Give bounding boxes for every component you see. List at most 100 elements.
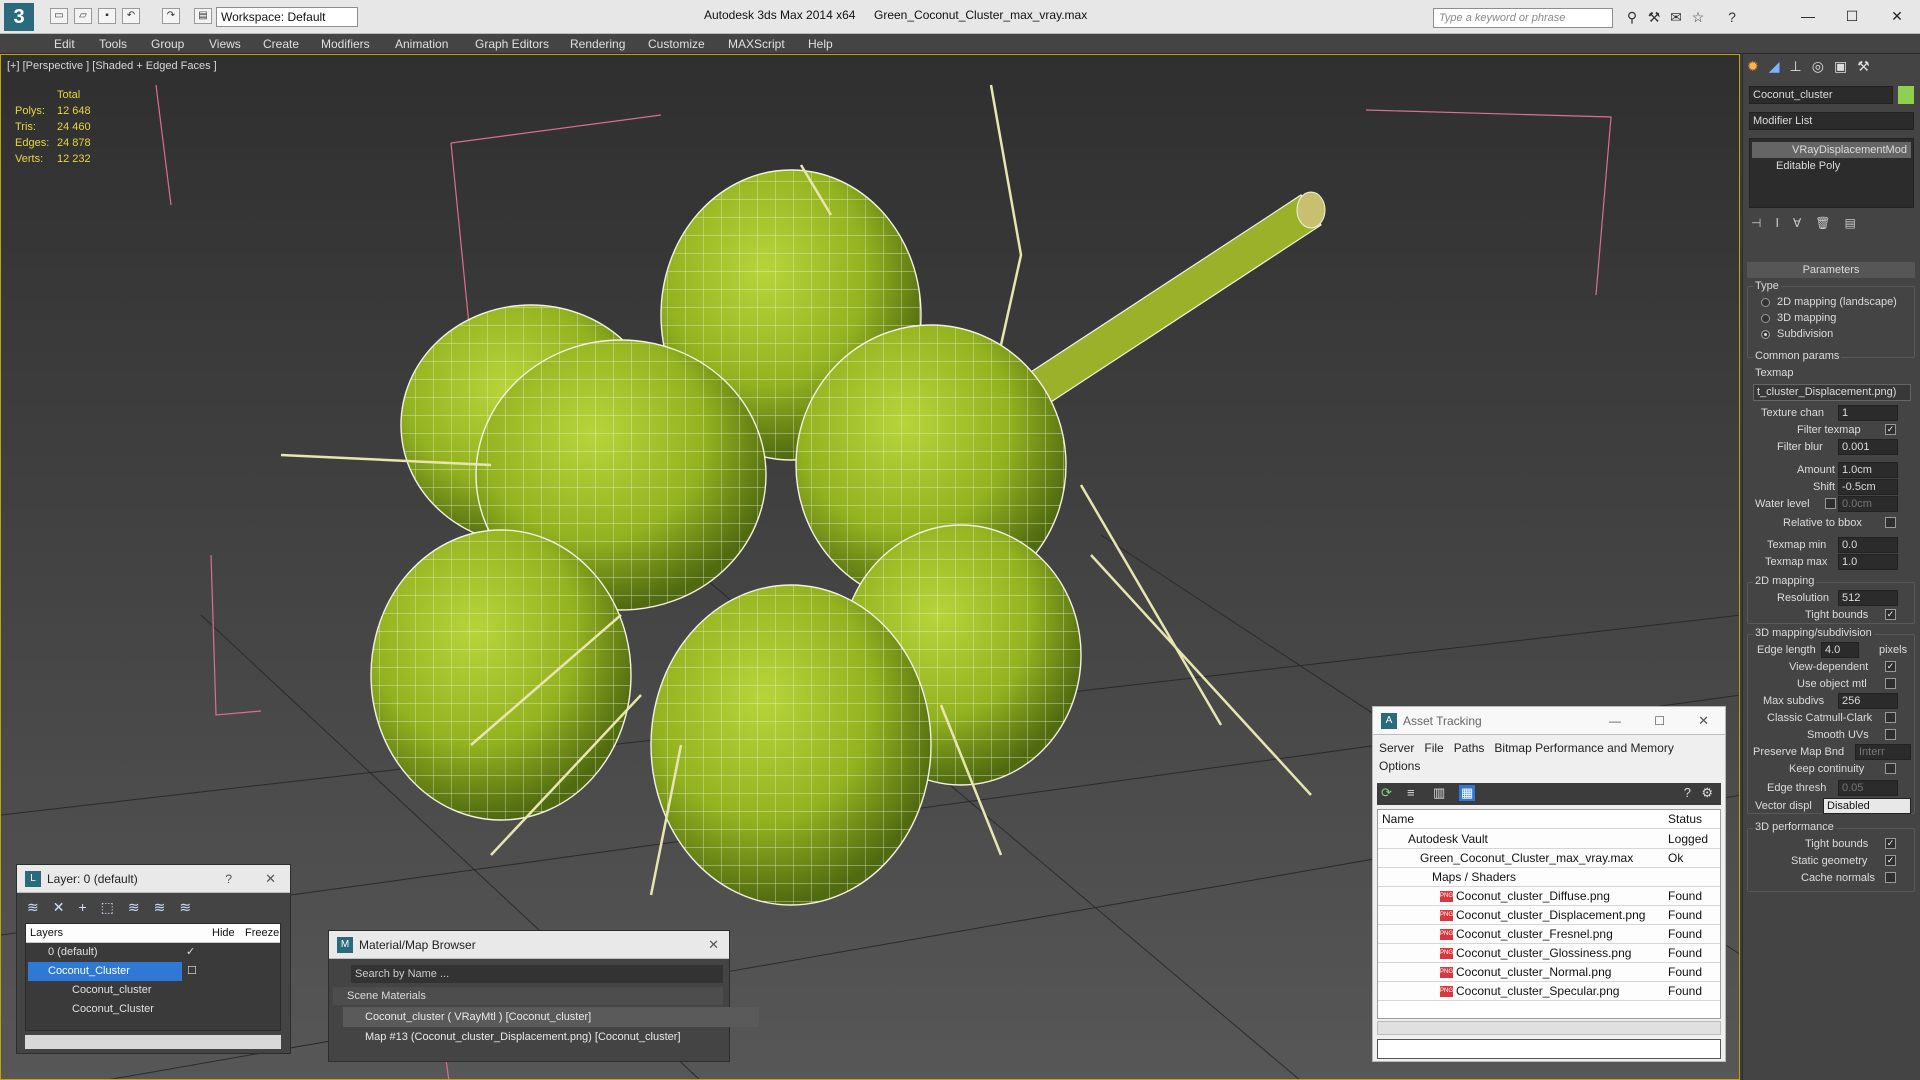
workspace-dropdown[interactable]: Workspace: Default bbox=[216, 7, 358, 27]
binoculars-icon[interactable]: ⚲ bbox=[1624, 9, 1640, 25]
project-folder-icon[interactable]: ▤ bbox=[194, 8, 212, 24]
menu-help[interactable]: Help bbox=[808, 36, 833, 52]
app-logo-icon[interactable]: 3 bbox=[4, 3, 34, 31]
close-button[interactable]: ✕ bbox=[1882, 5, 1912, 27]
asset-settings-icon[interactable]: ⚙ bbox=[1701, 785, 1713, 801]
layer-hide-all-icon[interactable]: ≋ bbox=[154, 899, 180, 915]
layer-create-icon[interactable]: + bbox=[78, 899, 100, 915]
open-file-icon[interactable]: ▱ bbox=[74, 8, 92, 24]
layer-row[interactable]: Coconut_Cluster bbox=[26, 1000, 280, 1019]
shift-input[interactable]: -0.5cm bbox=[1838, 479, 1898, 495]
layer-row[interactable]: Coconut_Cluster ☐ bbox=[26, 962, 280, 981]
asset-menu-file[interactable]: File bbox=[1424, 741, 1443, 755]
col-layers[interactable]: Layers bbox=[30, 924, 63, 943]
tight-bounds-2-checkbox[interactable]: ✓ bbox=[1885, 838, 1896, 849]
cache-normals-checkbox[interactable] bbox=[1885, 872, 1896, 883]
view-dependent-checkbox[interactable]: ✓ bbox=[1885, 661, 1896, 672]
relative-bbox-checkbox[interactable] bbox=[1885, 517, 1896, 528]
parameters-rollout-header[interactable]: Parameters bbox=[1747, 262, 1915, 278]
asset-menu-options[interactable]: Options bbox=[1379, 759, 1420, 773]
scene-materials-group[interactable]: Scene Materials bbox=[333, 987, 723, 1005]
static-geometry-checkbox[interactable]: ✓ bbox=[1885, 855, 1896, 866]
menu-rendering[interactable]: Rendering bbox=[570, 36, 625, 52]
col-freeze[interactable]: Freeze bbox=[245, 924, 279, 943]
texmap-button[interactable]: t_cluster_Displacement.png) bbox=[1753, 384, 1911, 401]
new-file-icon[interactable]: ▭ bbox=[50, 8, 68, 24]
save-file-icon[interactable]: ▪ bbox=[98, 8, 116, 24]
help-search-input[interactable]: Type a keyword or phrase bbox=[1433, 8, 1613, 28]
asset-row[interactable]: Autodesk VaultLogged O bbox=[1378, 830, 1720, 865]
filter-blur-input[interactable]: 0.001 bbox=[1838, 439, 1898, 455]
communication-icon[interactable]: ✉ bbox=[1668, 9, 1684, 25]
texmap-min-input[interactable]: 0.0 bbox=[1838, 537, 1898, 553]
stack-item[interactable]: VRayDisplacementMod bbox=[1752, 142, 1911, 158]
layer-help-button[interactable]: ? bbox=[225, 865, 232, 893]
menu-graph-editors[interactable]: Graph Editors bbox=[475, 36, 549, 52]
menu-maxscript[interactable]: MAXScript bbox=[728, 36, 785, 52]
asset-path-field[interactable] bbox=[1377, 1039, 1721, 1059]
keep-continuity-checkbox[interactable] bbox=[1885, 763, 1896, 774]
layer-hscrollbar[interactable] bbox=[25, 1035, 281, 1049]
texmap-max-input[interactable]: 1.0 bbox=[1838, 554, 1898, 570]
asset-menu-bitmap[interactable]: Bitmap Performance and Memory bbox=[1494, 741, 1673, 755]
layer-select-icon[interactable]: ⬚ bbox=[101, 899, 128, 915]
max-subdivs-input[interactable]: 256 bbox=[1838, 693, 1898, 709]
menu-tools[interactable]: Tools bbox=[99, 36, 127, 52]
layer-row[interactable]: Coconut_cluster bbox=[26, 981, 280, 1000]
asset-maximize-button[interactable]: ☐ bbox=[1654, 707, 1665, 735]
minimize-button[interactable]: — bbox=[1793, 5, 1823, 27]
make-unique-icon[interactable]: ∀ bbox=[1793, 216, 1815, 230]
menu-create[interactable]: Create bbox=[263, 36, 299, 52]
water-level-input[interactable]: 0.0cm bbox=[1838, 496, 1898, 512]
list-view-icon[interactable]: ≡ bbox=[1407, 785, 1415, 800]
asset-row[interactable]: PNG Coconut_cluster_Glossiness.png Found bbox=[1378, 944, 1720, 963]
asset-menu-server[interactable]: Server bbox=[1379, 741, 1414, 755]
amount-input[interactable]: 1.0cm bbox=[1838, 462, 1898, 478]
menu-animation[interactable]: Animation bbox=[395, 36, 448, 52]
help-icon[interactable]: ? bbox=[1724, 9, 1740, 25]
edge-length-input[interactable]: 4.0 bbox=[1821, 642, 1859, 658]
asset-row[interactable]: PNG Coconut_cluster_Fresnel.png Found bbox=[1378, 925, 1720, 944]
menu-edit[interactable]: Edit bbox=[54, 36, 75, 52]
layer-panel-titlebar[interactable]: L Layer: 0 (default) ? ✕ bbox=[17, 865, 290, 893]
tab-display-icon[interactable]: ▣ bbox=[1834, 58, 1857, 74]
asset-tracking-titlebar[interactable]: A Asset Tracking — ☐ ✕ bbox=[1373, 707, 1725, 735]
favorites-star-icon[interactable]: ☆ bbox=[1690, 9, 1706, 25]
pin-stack-icon[interactable]: ⊣ bbox=[1751, 216, 1775, 230]
radio-2d-mapping[interactable] bbox=[1761, 298, 1770, 307]
tab-modify-icon[interactable]: ◢ bbox=[1769, 58, 1790, 74]
remove-modifier-icon[interactable]: 🗑 bbox=[1815, 216, 1844, 230]
material-item[interactable]: Map #13 (Coconut_cluster_Displacement.pn… bbox=[343, 1027, 759, 1047]
material-browser-titlebar[interactable]: M Material/Map Browser ✕ bbox=[329, 931, 729, 959]
vector-displ-dropdown[interactable]: Disabled bbox=[1823, 798, 1911, 814]
asset-close-button[interactable]: ✕ bbox=[1698, 707, 1709, 735]
tab-motion-icon[interactable]: ◎ bbox=[1812, 58, 1834, 74]
layer-add-icon[interactable]: ≋ bbox=[27, 899, 53, 915]
tree-view-icon[interactable]: ▥ bbox=[1433, 785, 1445, 801]
preserve-map-bnd-dropdown[interactable]: Interr bbox=[1855, 744, 1911, 760]
radio-subdivision[interactable] bbox=[1761, 330, 1770, 339]
modifier-list-dropdown[interactable]: Modifier List bbox=[1749, 112, 1914, 130]
layer-close-button[interactable]: ✕ bbox=[265, 865, 276, 893]
object-color-swatch[interactable] bbox=[1898, 86, 1914, 104]
col-name[interactable]: Name bbox=[1382, 810, 1414, 829]
classic-cc-checkbox[interactable] bbox=[1885, 712, 1896, 723]
smooth-uvs-checkbox[interactable] bbox=[1885, 729, 1896, 740]
viewport-label[interactable]: [+] [Perspective ] [Shaded + Edged Faces… bbox=[7, 60, 217, 72]
material-search-input[interactable]: Search by Name ... bbox=[351, 965, 723, 983]
col-hide[interactable]: Hide bbox=[212, 924, 235, 943]
redo-icon[interactable]: ↷ bbox=[162, 8, 180, 24]
asset-menu-paths[interactable]: Paths bbox=[1454, 741, 1485, 755]
material-browser-close[interactable]: ✕ bbox=[708, 931, 719, 959]
asset-minimize-button[interactable]: — bbox=[1609, 707, 1621, 735]
layer-highlight-icon[interactable]: ≋ bbox=[128, 899, 154, 915]
menu-group[interactable]: Group bbox=[151, 36, 184, 52]
filter-texmap-checkbox[interactable]: ✓ bbox=[1885, 424, 1896, 435]
tab-create-icon[interactable]: ✹ bbox=[1747, 58, 1769, 74]
radio-3d-mapping[interactable] bbox=[1761, 314, 1770, 323]
layer-row[interactable]: 0 (default) ✓ bbox=[26, 943, 280, 962]
use-object-mtl-checkbox[interactable] bbox=[1885, 678, 1896, 689]
asset-hscrollbar[interactable] bbox=[1377, 1021, 1721, 1035]
resolution-input[interactable]: 512 bbox=[1838, 590, 1898, 606]
refresh-icon[interactable]: ⟳ bbox=[1381, 785, 1392, 801]
